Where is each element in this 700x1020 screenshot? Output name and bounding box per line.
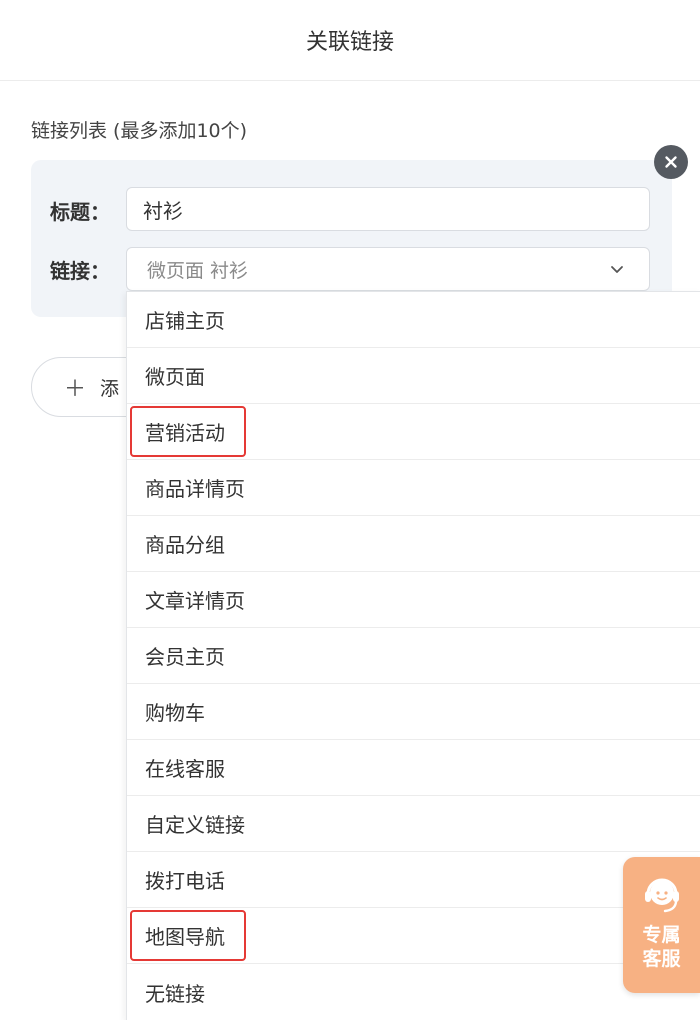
- title-input[interactable]: [126, 187, 650, 231]
- chevron-down-icon: [611, 266, 623, 273]
- support-widget[interactable]: 专属客服: [623, 857, 700, 993]
- dropdown-item-label: 会员主页: [145, 645, 225, 669]
- panel-header: 关联链接: [0, 0, 700, 81]
- dropdown-item-label: 店铺主页: [145, 309, 225, 333]
- dropdown-item[interactable]: 拨打电话: [127, 852, 700, 908]
- dropdown-item-label: 商品分组: [145, 533, 225, 557]
- link-settings-panel: 关联链接 链接列表 (最多添加10个) 标题： 链接： 微页面 衬衫 ＋ 添 店…: [0, 0, 700, 1020]
- support-widget-label: 专属客服: [642, 924, 681, 970]
- add-link-label: 添: [100, 377, 120, 400]
- dropdown-item-label: 地图导航: [145, 925, 225, 949]
- dropdown-item-label: 自定义链接: [145, 813, 245, 837]
- dropdown-item[interactable]: 文章详情页: [127, 572, 700, 628]
- remove-link-button[interactable]: [654, 145, 688, 179]
- dropdown-item[interactable]: 在线客服: [127, 740, 700, 796]
- link-type-dropdown: 店铺主页微页面营销活动商品详情页商品分组文章详情页会员主页购物车在线客服自定义链…: [126, 291, 700, 1020]
- dropdown-item[interactable]: 店铺主页: [127, 292, 700, 348]
- dropdown-item[interactable]: 地图导航: [127, 908, 700, 964]
- dropdown-item[interactable]: 自定义链接: [127, 796, 700, 852]
- dropdown-item-label: 文章详情页: [145, 589, 245, 613]
- plus-icon: ＋: [64, 377, 87, 402]
- title-label: 标题：: [50, 200, 110, 224]
- dropdown-item-label: 商品详情页: [145, 477, 245, 501]
- close-icon: [665, 156, 677, 168]
- dropdown-item-label: 无链接: [145, 981, 205, 1006]
- dropdown-item-label: 营销活动: [145, 421, 225, 445]
- dropdown-item-label: 微页面: [145, 365, 205, 389]
- dropdown-item[interactable]: 微页面: [127, 348, 700, 404]
- link-select[interactable]: 微页面 衬衫: [126, 247, 650, 291]
- dropdown-item[interactable]: 无链接: [127, 964, 700, 1020]
- dropdown-item[interactable]: 会员主页: [127, 628, 700, 684]
- link-label: 链接：: [50, 259, 110, 283]
- dropdown-item-label: 拨打电话: [145, 869, 225, 893]
- link-select-value: 微页面 衬衫: [147, 259, 249, 282]
- dropdown-item[interactable]: 营销活动: [127, 404, 700, 460]
- link-list-title: 链接列表 (最多添加10个): [31, 120, 248, 142]
- dropdown-item[interactable]: 商品详情页: [127, 460, 700, 516]
- panel-title: 关联链接: [305, 30, 394, 55]
- dropdown-item-label: 在线客服: [145, 757, 225, 781]
- dropdown-item[interactable]: 商品分组: [127, 516, 700, 572]
- dropdown-item[interactable]: 购物车: [127, 684, 700, 740]
- dropdown-item-label: 购物车: [145, 701, 205, 725]
- headset-icon: [644, 878, 679, 913]
